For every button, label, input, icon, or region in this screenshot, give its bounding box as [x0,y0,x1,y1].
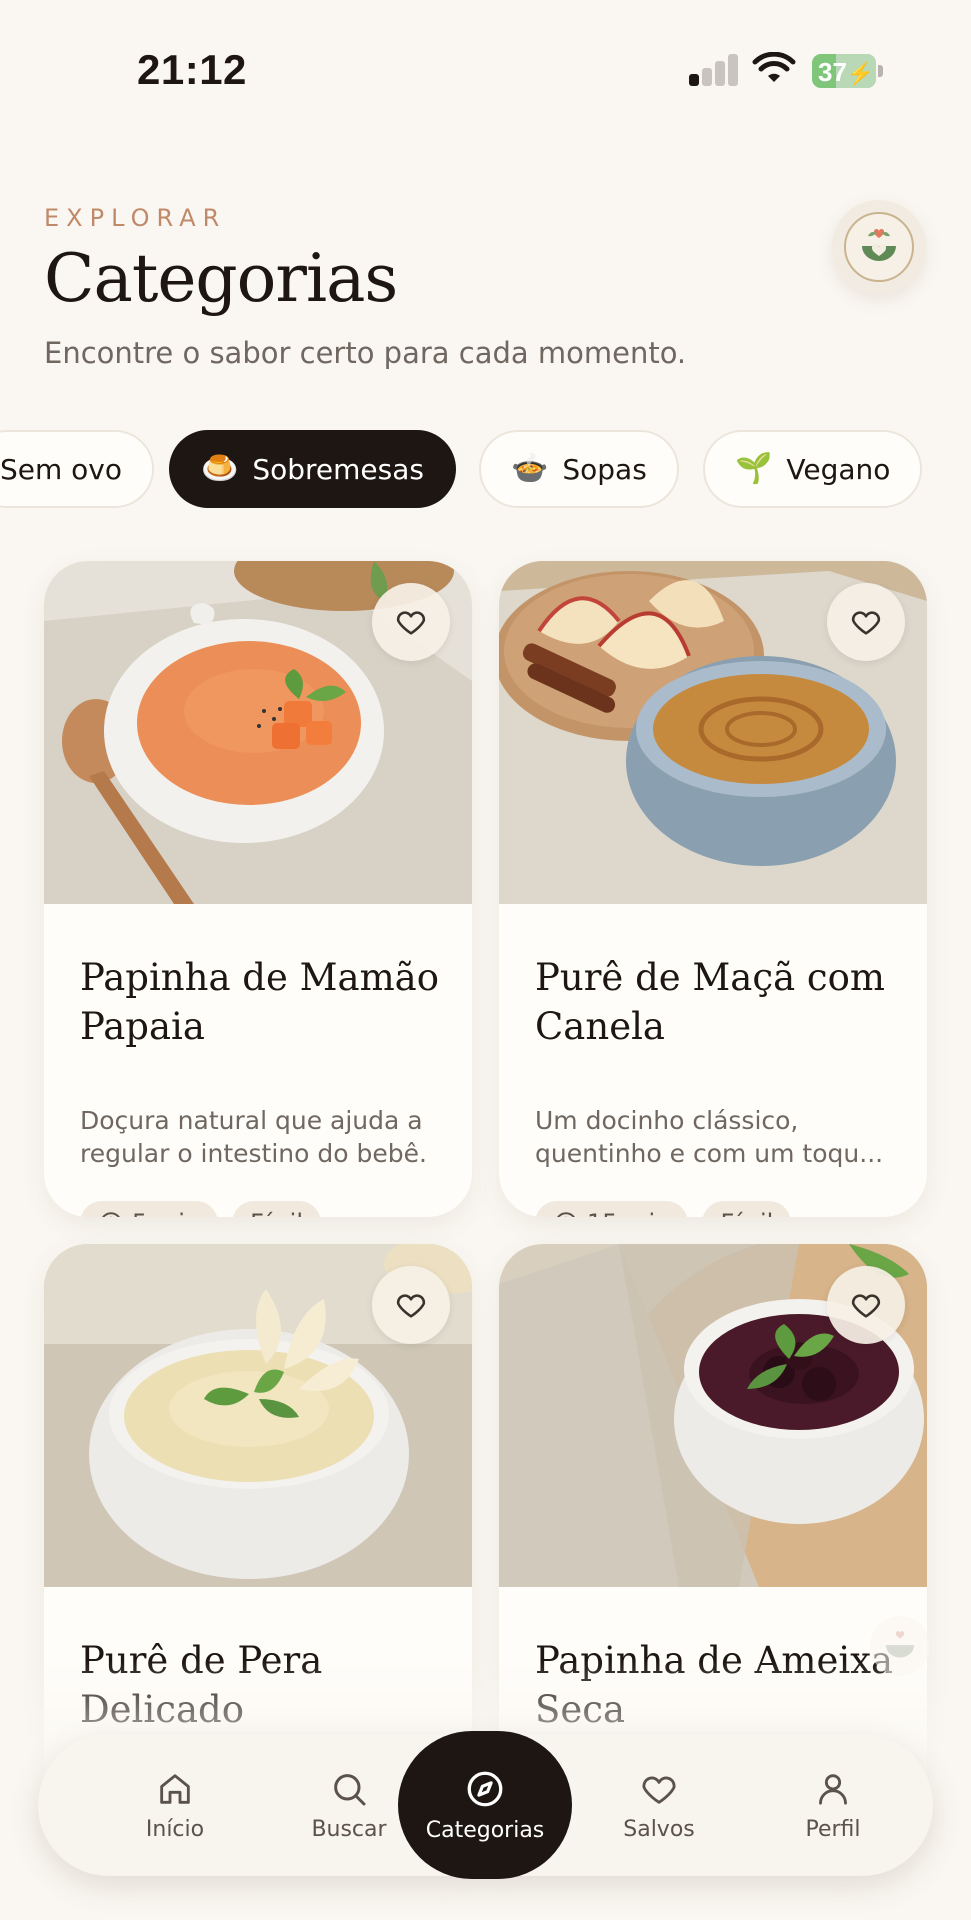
nav-item-perfil[interactable]: Perfil [758,1734,908,1876]
nav-item-categorias[interactable]: Categorias [398,1731,572,1879]
cellular-signal-icon [689,54,739,86]
recipe-photo-apple [499,561,927,904]
recipe-card[interactable]: Purê de Maçã com Canela Um docinho cláss… [499,561,927,1217]
soup-icon: 🍲 [511,451,549,486]
wifi-icon [752,52,796,82]
chip-label: Sem ovo [0,452,123,486]
chip-label: Vegano [786,452,891,486]
pudding-icon: 🍮 [201,451,239,486]
prep-time: 5 min [132,1209,200,1217]
nav-label: Categorias [425,1817,545,1843]
chip-sem-ovo[interactable]: Sem ovo [0,430,155,508]
recipe-meta: 15 min Fácil [535,1201,792,1217]
clock-icon [557,1212,575,1217]
difficulty-pill: Fácil [702,1201,792,1217]
recipe-meta: 5 min Fácil [80,1201,321,1217]
chip-label: Sopas [562,452,647,486]
section-overline: EXPLORAR [44,204,227,232]
chip-vegano[interactable]: 🌱 Vegano [703,430,923,508]
page-title: Categorias [44,240,398,317]
page-subtitle: Encontre o sabor certo para cada momento… [44,336,687,370]
nav-item-salvos[interactable]: Salvos [584,1734,734,1876]
heart-icon [396,611,426,635]
chip-sobremesas[interactable]: 🍮 Sobremesas [169,430,456,508]
chip-label: Sobremesas [252,452,424,486]
status-bar: 21:12 37⚡ [0,0,971,140]
nav-label: Salvos [623,1816,695,1842]
seedling-icon: 🌱 [735,451,773,486]
favorite-button[interactable] [827,583,905,661]
heart-icon [851,611,881,635]
app-logo-button[interactable] [832,200,926,294]
heart-icon [642,1776,676,1804]
clock-icon [102,1212,120,1217]
chip-sopas[interactable]: 🍲 Sopas [479,430,679,508]
favorite-button[interactable] [372,583,450,661]
bowl-heart-logo-icon [844,212,914,282]
recipe-photo-papaya [44,561,472,904]
nav-label: Perfil [805,1816,861,1842]
screen: 21:12 37⚡ EXPLORAR Categorias Encontre o… [0,0,971,1920]
recipe-description: Doçura natural que ajuda a regular o int… [80,1106,427,1168]
category-chip-row: Sem ovo 🍮 Sobremesas 🍲 Sopas 🌱 Vegano [0,430,971,510]
recipe-photo-prune [499,1244,927,1587]
difficulty-label: Fácil [720,1209,773,1217]
recipe-description: Um docinho clássico, quentinho e com um … [535,1106,884,1168]
favorite-button[interactable] [372,1266,450,1344]
bowl-heart-logo-icon [870,1616,930,1676]
compass-icon [467,1771,503,1806]
heart-icon [851,1294,881,1318]
heart-icon [396,1294,426,1318]
favorite-button[interactable] [827,1266,905,1344]
status-time: 21:12 [137,46,247,93]
home-icon [160,1773,190,1804]
recipe-title: Papinha de Mamão Papaia [80,956,439,1048]
recipe-card[interactable]: Papinha de Mamão Papaia Doçura natural q… [44,561,472,1217]
bottom-navigation: Início Buscar Categorias Salvos Perfil [38,1731,933,1879]
nav-label: Buscar [311,1816,387,1842]
recipe-photo-pear [44,1244,472,1587]
difficulty-label: Fácil [250,1209,303,1217]
prep-time-pill: 15 min [535,1201,689,1217]
recipe-title: Purê de Maçã com Canela [535,956,885,1048]
user-icon [819,1773,847,1805]
difficulty-pill: Fácil [232,1201,321,1217]
search-icon [334,1773,366,1805]
nav-label: Início [145,1816,205,1842]
prep-time-pill: 5 min [80,1201,219,1217]
prep-time: 15 min [587,1209,670,1217]
battery-percent: 37 [818,57,847,87]
nav-item-inicio[interactable]: Início [100,1734,250,1876]
battery-icon: 37⚡ [812,54,883,88]
